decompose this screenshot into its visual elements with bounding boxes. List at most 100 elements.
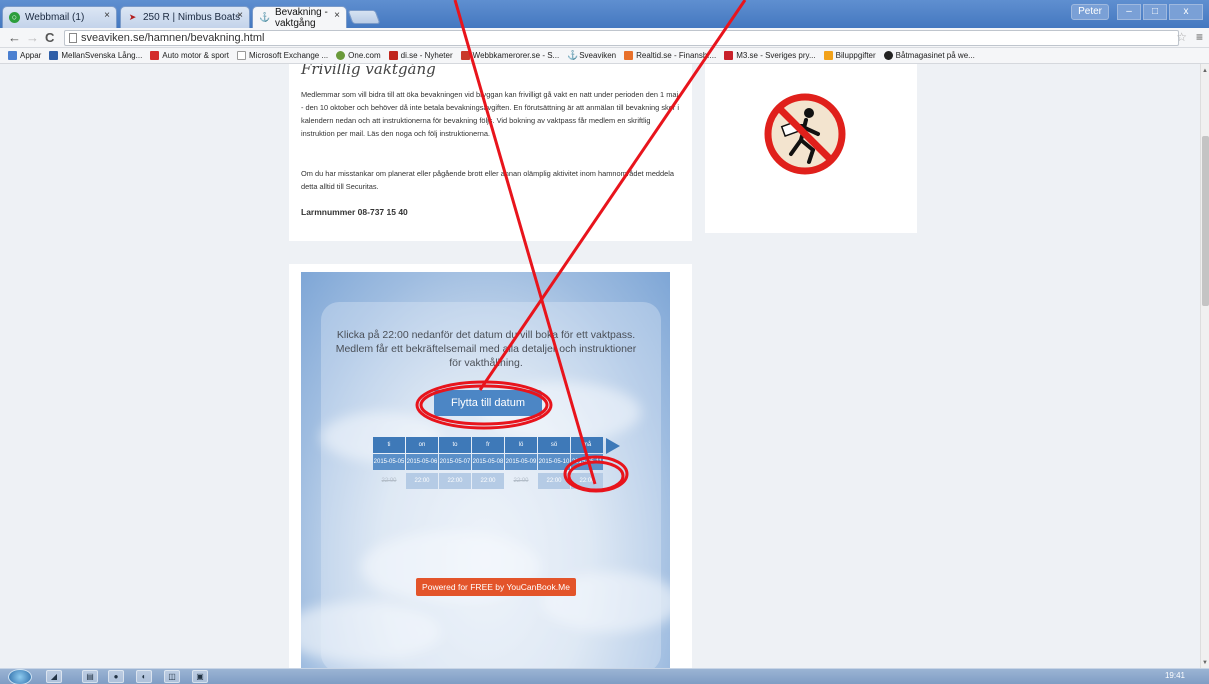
bookmark-sveaviken[interactable]: ⚓ Sveaviken [567,50,617,61]
bookmarks-bar: Appar MellanSvenska Lång... Auto motor &… [0,48,1209,64]
bookmark-label: Microsoft Exchange ... [249,51,329,60]
scroll-down-icon[interactable]: ▼ [1202,660,1208,666]
anchor-icon: ⚓ [567,50,579,60]
reload-button[interactable]: C [45,30,54,45]
move-to-date-button[interactable]: Flytta till datum [434,390,542,416]
bookmark-label: Webbkamerorer.se - S... [472,51,560,60]
time-slot-button[interactable]: 22:00 [571,473,603,489]
tab-strip: ○ Webbmail (1) × ➤ 250 R | Nimbus Boats … [0,0,1209,29]
info-paragraph: Medlemmar som vill bidra till att öka be… [301,90,679,138]
bookmark-label: di.se - Nyheter [400,51,453,60]
bookmark-m3[interactable]: M3.se - Sveriges pry... [724,51,816,60]
webbkameror-icon [460,51,470,60]
bookmark-label: M3.se - Sveriges pry... [736,51,816,60]
address-bar[interactable]: sveaviken.se/hamnen/bevakning.html [64,30,1179,46]
close-icon[interactable]: × [334,10,340,21]
close-icon[interactable]: × [104,10,110,21]
back-button[interactable]: ← [8,30,21,45]
profile-button[interactable]: Peter [1071,4,1109,20]
calendar-day-column: må 2015-05-11 22:00 [571,437,603,489]
info-card: Frivillig vaktgång Medlemmar som vill bi… [289,64,692,241]
page-icon [237,51,246,60]
browser-toolbar: ← → C sveaviken.se/hamnen/bevakning.html… [0,28,1209,48]
taskbar-app[interactable]: ▤ [82,670,98,683]
taskbar-app[interactable]: ◫ [164,670,180,683]
bookmark-label: Appar [20,51,42,60]
page-scrollbar[interactable]: ▲ ▼ [1200,64,1209,668]
batmagasinet-icon [883,51,893,60]
booking-instructions: Klicka på 22:00 nedanför det datum du vi… [335,329,637,369]
biluppgifter-icon [823,51,833,60]
calendar-day-column: fr 2015-05-08 22:00 [472,437,504,489]
weekday-label: ti [373,437,405,453]
calendar-day-column: lö 2015-05-09 22:00 [505,437,537,489]
time-slot-button[interactable]: 22:00 [538,473,570,489]
bookmark-auto-motor[interactable]: Auto motor & sport [150,51,229,60]
close-icon[interactable]: × [237,10,243,21]
tab-nimbus[interactable]: ➤ 250 R | Nimbus Boats × [120,6,250,28]
scroll-up-icon[interactable]: ▲ [1202,68,1208,74]
bookmark-biluppgifter[interactable]: Biluppgifter [823,51,876,60]
tab-bevakning[interactable]: ⚓ Bevakning - vaktgång × [252,6,347,29]
time-slot-button[interactable]: 22:00 [406,473,438,489]
section-heading: Frivillig vaktgång [301,64,436,78]
alarm-number: Larmnummer 08-737 15 40 [301,207,408,217]
date-label: 2015-05-06 [406,454,438,470]
date-label: 2015-05-05 [373,454,405,470]
new-tab-button[interactable] [347,10,381,24]
ams-icon [150,51,160,60]
weekday-label: må [571,437,603,453]
tab-webmail[interactable]: ○ Webbmail (1) × [2,6,117,28]
time-slot-button[interactable]: 22:00 [472,473,504,489]
mellansvenska-icon [49,51,59,60]
taskbar: ◢ ▤ ● ◐ ◫ ▣ 19:41 [0,668,1209,684]
date-label: 2015-05-08 [472,454,504,470]
bookmark-label: Biluppgifter [835,51,876,60]
bookmark-batmagasinet[interactable]: Båtmagasinet på we... [883,51,975,60]
taskbar-app[interactable]: ▣ [192,670,208,683]
nimbus-icon: ➤ [128,12,137,22]
bookmark-label: MellanSvenska Lång... [61,51,143,60]
webmail-icon: ○ [9,12,20,23]
next-week-arrow-icon[interactable] [606,438,620,454]
page-viewport: Frivillig vaktgång Medlemmar som vill bi… [0,64,1200,668]
apps-icon [8,51,17,60]
close-window-button[interactable]: x [1169,4,1203,20]
forward-button[interactable]: → [26,30,39,45]
menu-icon[interactable]: ≡ [1196,30,1203,44]
bookmark-mellansvenska[interactable]: MellanSvenska Lång... [49,51,142,60]
minimize-button[interactable]: – [1117,4,1141,20]
bookmark-label: Sveaviken [579,51,617,60]
bookmark-di[interactable]: di.se - Nyheter [388,51,453,60]
calendar-day-column: on 2015-05-06 22:00 [406,437,438,489]
bookmark-apps[interactable]: Appar [8,51,41,60]
chrome-icon[interactable]: ● [108,670,124,683]
bookmark-exchange[interactable]: Microsoft Exchange ... [237,51,328,60]
bookmark-webbkameror[interactable]: Webbkamerorer.se - S... [460,51,560,60]
page-icon [69,33,77,43]
date-label: 2015-05-10 [538,454,570,470]
booking-widget: Klicka på 22:00 nedanför det datum du vi… [289,264,692,668]
window-controls: Peter – □ x [1071,4,1203,20]
date-label: 2015-05-11 [571,454,603,470]
bookmark-label: Realtid.se - Finansbr... [636,51,717,60]
start-button[interactable] [8,669,32,684]
scrollbar-thumb[interactable] [1202,136,1209,306]
bookmark-realtid[interactable]: Realtid.se - Finansbr... [624,51,716,60]
bookmark-label: Auto motor & sport [162,51,229,60]
bookmark-star-icon[interactable]: ☆ [1176,30,1187,44]
maximize-button[interactable]: □ [1143,4,1167,20]
anchor-icon: ⚓ [259,12,271,22]
url-text: sveaviken.se/hamnen/bevakning.html [81,32,265,44]
powered-by-link[interactable]: Powered for FREE by YouCanBook.Me [416,578,576,596]
weekday-label: fr [472,437,504,453]
bookmark-label: One.com [348,51,381,60]
bookmark-onecom[interactable]: One.com [336,51,381,60]
tray-clock[interactable]: 19:41 [1165,671,1185,680]
taskbar-app[interactable]: ◐ [136,670,152,683]
taskbar-app[interactable]: ◢ [46,670,62,683]
time-slot-button[interactable]: 22:00 [439,473,471,489]
no-trespassing-icon [764,93,846,175]
weekday-label: to [439,437,471,453]
m3-icon [724,51,734,60]
